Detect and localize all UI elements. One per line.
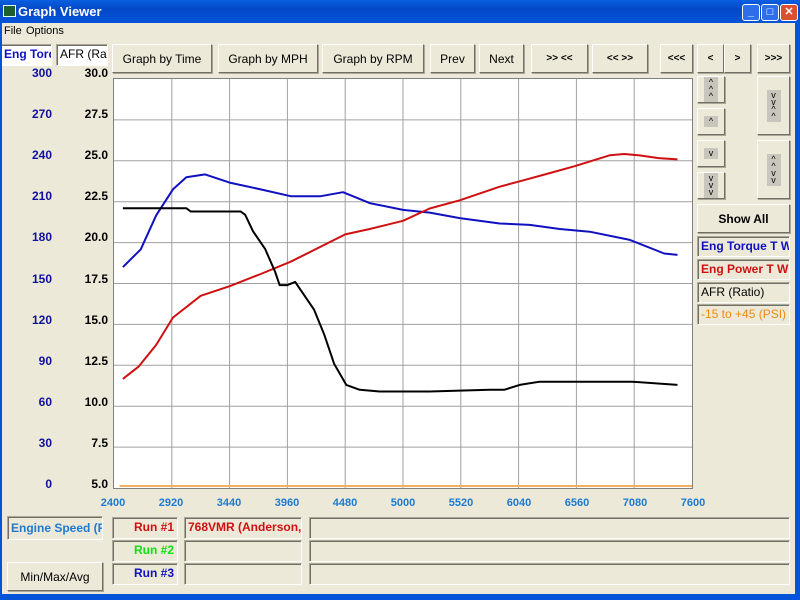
right-axis-tick: 7.5 bbox=[91, 435, 108, 450]
left-axis-tick: 0 bbox=[45, 477, 52, 491]
left-axis-tick: 30 bbox=[38, 435, 52, 450]
menu-bar: File Options bbox=[0, 23, 800, 40]
right-axis-tick: 12.5 bbox=[84, 353, 108, 368]
left-axis-tick: 150 bbox=[31, 271, 52, 286]
down-arrow-icon: v bbox=[704, 148, 718, 159]
shrink-scale-button[interactable]: ^ ^ v v bbox=[757, 140, 790, 199]
x-axis-tick: 6560 bbox=[564, 497, 590, 509]
run-label: Run #1 bbox=[112, 517, 178, 539]
menu-file[interactable]: File bbox=[4, 25, 22, 37]
expand-arrows-icon: v v ^ ^ bbox=[766, 89, 781, 122]
scale-down-button[interactable]: v bbox=[697, 140, 725, 167]
right-axis-tick: 15.0 bbox=[84, 312, 108, 327]
triple-up-arrow-icon: ^ ^ ^ bbox=[704, 77, 718, 102]
x-axis-tick: 7080 bbox=[622, 497, 648, 509]
graph-by-mph-button[interactable]: Graph by MPH bbox=[218, 44, 318, 73]
left-axis-channel[interactable]: Eng Torq bbox=[0, 44, 52, 66]
x-axis-tick: 5000 bbox=[390, 497, 416, 509]
window-title: Graph Viewer bbox=[18, 4, 102, 19]
run-info bbox=[309, 540, 790, 562]
legend-item[interactable]: AFR (Ratio) bbox=[697, 282, 790, 303]
show-all-button[interactable]: Show All bbox=[697, 204, 790, 233]
maximize-button[interactable]: □ bbox=[761, 4, 779, 21]
left-axis-tick: 210 bbox=[31, 189, 52, 204]
prev-button[interactable]: Prev bbox=[430, 44, 475, 73]
right-axis-channel[interactable]: AFR (Rat bbox=[56, 44, 108, 66]
x-axis-tick: 6040 bbox=[506, 497, 532, 509]
right-axis-tick: 20.0 bbox=[84, 230, 108, 245]
next-button[interactable]: Next bbox=[479, 44, 524, 73]
series-line-2 bbox=[122, 207, 678, 393]
right-axis-tick: 30.0 bbox=[84, 66, 108, 80]
expand-scale-button[interactable]: v v ^ ^ bbox=[757, 76, 790, 135]
left-axis-tick: 240 bbox=[31, 148, 52, 163]
run-name[interactable] bbox=[184, 540, 302, 562]
scroll-left-button[interactable]: < bbox=[697, 44, 724, 73]
close-button[interactable]: ✕ bbox=[780, 4, 798, 21]
scale-down-fast-button[interactable]: v v v bbox=[697, 172, 725, 199]
min-max-avg-button[interactable]: Min/Max/Avg bbox=[7, 562, 103, 591]
right-axis-tick: 17.5 bbox=[84, 271, 108, 286]
run-label: Run #2 bbox=[112, 540, 178, 562]
left-axis-tick: 270 bbox=[31, 107, 52, 122]
run-name[interactable] bbox=[184, 563, 302, 585]
window-border bbox=[795, 23, 800, 600]
run-info bbox=[309, 563, 790, 585]
right-axis-tick: 27.5 bbox=[84, 107, 108, 122]
x-axis-tick: 2400 bbox=[100, 497, 126, 509]
graph-by-rpm-button[interactable]: Graph by RPM bbox=[322, 44, 424, 73]
scroll-right-button[interactable]: > bbox=[724, 44, 751, 73]
x-axis-channel[interactable]: Engine Speed (R bbox=[7, 516, 103, 540]
right-axis-tick: 22.5 bbox=[84, 189, 108, 204]
scale-up-button[interactable]: ^ bbox=[697, 108, 725, 135]
triple-down-arrow-icon: v v v bbox=[704, 173, 718, 198]
left-axis-tick: 300 bbox=[31, 66, 52, 80]
window-border bbox=[0, 23, 2, 600]
run-label: Run #3 bbox=[112, 563, 178, 585]
zoom-out-button[interactable]: << >> bbox=[592, 44, 648, 73]
minimize-button[interactable]: _ bbox=[742, 4, 760, 21]
left-axis-tick: 60 bbox=[38, 394, 52, 409]
up-arrow-icon: ^ bbox=[704, 116, 718, 127]
right-axis-tick: 10.0 bbox=[84, 394, 108, 409]
zoom-in-button[interactable]: >> << bbox=[531, 44, 588, 73]
scale-up-fast-button[interactable]: ^ ^ ^ bbox=[697, 76, 725, 103]
menu-options[interactable]: Options bbox=[26, 25, 64, 37]
left-axis-tick: 120 bbox=[31, 312, 52, 327]
series-line-1 bbox=[122, 153, 678, 380]
graph-by-time-button[interactable]: Graph by Time bbox=[112, 44, 212, 73]
x-axis-tick: 3440 bbox=[216, 497, 242, 509]
scroll-first-button[interactable]: <<< bbox=[660, 44, 693, 73]
run-info bbox=[309, 517, 790, 539]
legend-item[interactable]: -15 to +45 (PSI) bbox=[697, 304, 790, 325]
x-axis-tick: 5520 bbox=[448, 497, 474, 509]
app-icon bbox=[3, 5, 16, 17]
chart-svg bbox=[114, 79, 692, 488]
left-axis-tick: 180 bbox=[31, 230, 52, 245]
left-axis-tick: 90 bbox=[38, 353, 52, 368]
x-axis-tick: 4480 bbox=[332, 497, 358, 509]
title-bar: Graph Viewer _ □ ✕ bbox=[0, 0, 800, 23]
graph-area[interactable] bbox=[113, 78, 693, 489]
legend-item[interactable]: Eng Power T WC bbox=[697, 259, 790, 280]
scroll-last-button[interactable]: >>> bbox=[757, 44, 790, 73]
right-axis-tick: 25.0 bbox=[84, 148, 108, 163]
window-border bbox=[0, 594, 800, 600]
x-axis-tick: 2920 bbox=[158, 497, 184, 509]
run-name[interactable]: 768VMR (Anderson, F bbox=[184, 517, 302, 539]
right-axis-tick: 5.0 bbox=[91, 477, 108, 491]
shrink-arrows-icon: ^ ^ v v bbox=[766, 153, 781, 186]
legend-item[interactable]: Eng Torque T W bbox=[697, 236, 790, 257]
x-axis-tick: 7600 bbox=[680, 497, 706, 509]
x-axis-tick: 3960 bbox=[274, 497, 300, 509]
